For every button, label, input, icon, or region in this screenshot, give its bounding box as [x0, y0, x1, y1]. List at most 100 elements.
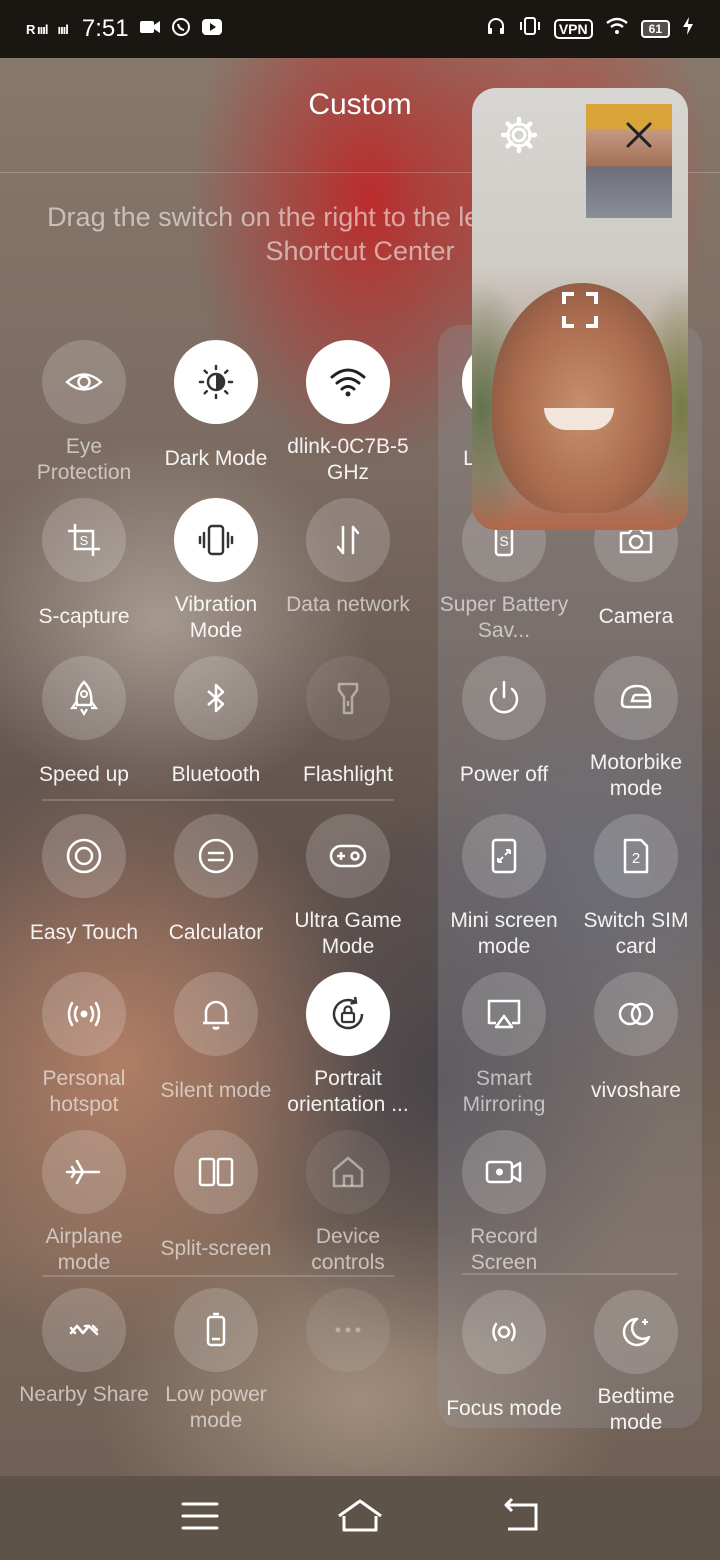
more-dots-icon: [306, 1288, 390, 1372]
tile-label: dlink-0C7B-5 GHz: [287, 435, 409, 484]
tile-ultra-game-mode[interactable]: Ultra Game Mode: [282, 814, 414, 960]
tile-label: Flashlight: [303, 763, 393, 786]
wifi-icon: [306, 340, 390, 424]
headphones-icon: [486, 16, 506, 42]
tile-label: Airplane mode: [45, 1225, 123, 1274]
tile-easy-touch[interactable]: Easy Touch: [18, 814, 150, 946]
vibrate-status-icon: [518, 16, 542, 42]
tile-vibration-mode[interactable]: Vibration Mode: [150, 498, 282, 644]
tile-portrait-orientation[interactable]: Portrait orientation ...: [282, 972, 414, 1118]
tile-bluetooth[interactable]: Bluetooth: [150, 656, 282, 788]
vibration-icon: [174, 498, 258, 582]
tile-label-text: Portrait orientation ...: [287, 1067, 409, 1116]
tile-label: Split-screen: [160, 1237, 272, 1260]
bell-icon: [174, 972, 258, 1056]
tile-more[interactable]: [282, 1288, 414, 1372]
video-call-window[interactable]: [472, 88, 688, 530]
tile-power-off[interactable]: Power off: [438, 656, 570, 788]
whatsapp-icon: [171, 17, 191, 42]
tile-nearby-share[interactable]: Nearby Share: [18, 1288, 150, 1408]
signal-sim1: R ıııl: [26, 21, 48, 37]
svg-text:S: S: [80, 533, 89, 548]
tile-motorbike-mode[interactable]: Motorbike mode: [570, 656, 702, 802]
power-icon: [462, 656, 546, 740]
mini-screen-icon: [462, 814, 546, 898]
airplane-icon: [42, 1130, 126, 1214]
shortcut-divider: [42, 799, 394, 801]
easy-touch-icon: [42, 814, 126, 898]
tile-calculator[interactable]: Calculator: [150, 814, 282, 946]
status-bar: R ıııl ıııl 7:51 VPN 61: [0, 0, 720, 58]
tile-label: Power off: [459, 763, 549, 786]
tile-mini-screen-mode[interactable]: Mini screen mode: [438, 814, 570, 960]
tile-s-capture[interactable]: S S-capture: [18, 498, 150, 630]
fullscreen-icon[interactable]: [560, 290, 600, 335]
nearby-share-icon: [42, 1288, 126, 1372]
rocket-icon: [42, 656, 126, 740]
tile-data-network[interactable]: Data network: [282, 498, 414, 618]
tile-split-screen[interactable]: Split-screen: [150, 1130, 282, 1262]
tile-eye-protection[interactable]: Eye Protection: [18, 340, 150, 486]
tile-airplane-mode[interactable]: Airplane mode: [18, 1130, 150, 1276]
battery-level: 61: [640, 20, 670, 38]
home-icon: [306, 1130, 390, 1214]
tile-label: Silent mode: [160, 1079, 272, 1102]
tile-label: vivoshare: [591, 1079, 681, 1102]
tile-focus-mode[interactable]: Focus mode: [438, 1290, 570, 1422]
screenshot-icon: S: [42, 498, 126, 582]
close-icon[interactable]: [622, 118, 656, 157]
dark-mode-icon: [174, 340, 258, 424]
menu-icon[interactable]: [176, 1496, 224, 1541]
svg-text:2: 2: [632, 850, 640, 867]
data-arrows-icon: [306, 498, 390, 582]
tile-label: Speed up: [39, 763, 129, 786]
tile-smart-mirroring[interactable]: Smart Mirroring: [438, 972, 570, 1118]
gear-icon[interactable]: [500, 116, 538, 159]
tile-record-screen[interactable]: Record Screen: [438, 1130, 570, 1276]
hotspot-icon: [42, 972, 126, 1056]
tile-dark-mode[interactable]: Dark Mode: [150, 340, 282, 472]
tile-speed-up[interactable]: Speed up: [18, 656, 150, 788]
record-screen-icon: [462, 1130, 546, 1214]
tile-label: Data network: [286, 593, 410, 616]
tile-label: Easy Touch: [29, 921, 139, 944]
tile-silent-mode[interactable]: Silent mode: [150, 972, 282, 1104]
tile-bedtime-mode[interactable]: Bedtime mode: [570, 1290, 702, 1436]
tile-personal-hotspot[interactable]: Personal hotspot: [18, 972, 150, 1118]
flashlight-icon: [306, 656, 390, 740]
video-call-icon: [139, 19, 161, 40]
tile-switch-sim-card[interactable]: 2 Switch SIM card: [570, 814, 702, 960]
back-icon[interactable]: [496, 1496, 544, 1541]
focus-icon: [462, 1290, 546, 1374]
tile-label: Switch SIM card: [583, 909, 689, 958]
shortcut-divider: [42, 1275, 394, 1277]
tile-label: Portrait orientation ...: [282, 1066, 414, 1118]
tile-device-controls[interactable]: Device controls: [282, 1130, 414, 1276]
bluetooth-icon: [174, 656, 258, 740]
tile-label: Dark Mode: [164, 447, 268, 470]
tile-label: Super Battery Sav...: [438, 592, 570, 644]
tile-label: S-capture: [38, 605, 130, 628]
tile-label: Low power mode: [165, 1383, 267, 1432]
vivoshare-icon: [594, 972, 678, 1056]
tile-label: Smart Mirroring: [462, 1067, 546, 1116]
tile-label-text: Super Battery Sav...: [439, 593, 569, 642]
tile-label: Device controls: [311, 1225, 385, 1274]
gamepad-icon: [306, 814, 390, 898]
tile-vivoshare[interactable]: vivoshare: [570, 972, 702, 1104]
home-nav-icon[interactable]: [336, 1496, 384, 1541]
tile-label: Calculator: [168, 921, 264, 944]
sim-card-icon: 2: [594, 814, 678, 898]
tile-low-power-mode[interactable]: Low power mode: [150, 1288, 282, 1434]
wifi-status-icon: [605, 17, 629, 41]
charging-icon: [682, 16, 694, 42]
tile-wifi[interactable]: dlink-0C7B-5 GHz: [282, 340, 414, 486]
battery-icon: [174, 1288, 258, 1372]
tile-flashlight[interactable]: Flashlight: [282, 656, 414, 788]
tile-label: Ultra Game Mode: [294, 909, 402, 958]
tile-label: Motorbike mode: [589, 751, 683, 800]
tile-label: Vibration Mode: [174, 593, 258, 642]
tile-label: Bedtime mode: [597, 1385, 675, 1434]
vpn-badge: VPN: [553, 19, 593, 39]
remote-video-detail: [544, 408, 614, 430]
